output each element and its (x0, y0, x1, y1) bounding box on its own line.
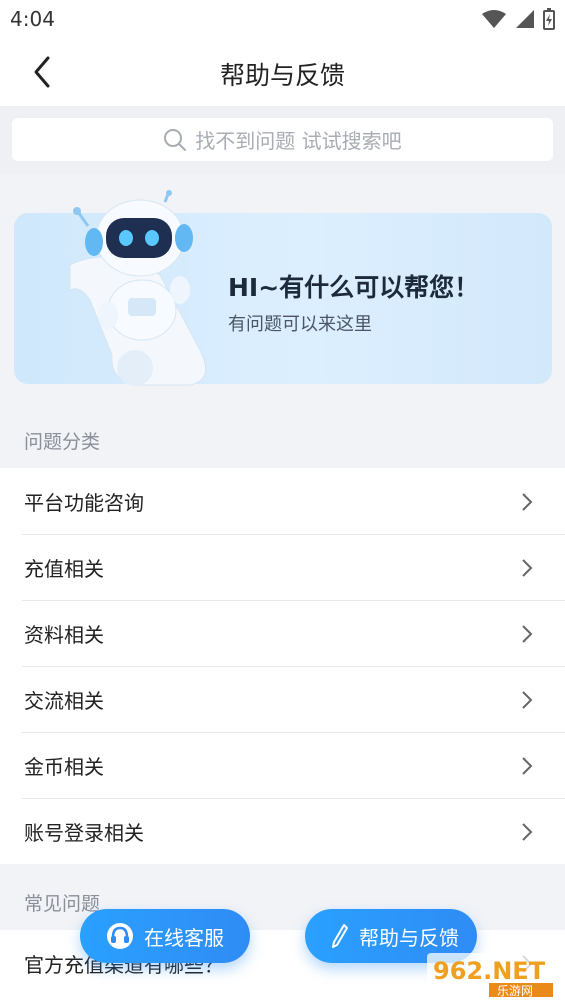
chevron-right-icon (522, 691, 533, 709)
chevron-right-icon (522, 493, 533, 511)
search-icon (164, 128, 187, 151)
watermark-brand: 962.NET (433, 957, 546, 985)
chevron-right-icon (522, 625, 533, 643)
category-item-profile[interactable]: 资料相关 (0, 600, 565, 666)
search-placeholder: 找不到问题 试试搜索吧 (195, 129, 402, 153)
category-item-account-login[interactable]: 账号登录相关 (0, 798, 565, 864)
list-item-label: 交流相关 (24, 688, 104, 713)
chevron-right-icon (522, 559, 533, 577)
robot-mascot-illustration (69, 190, 207, 386)
category-list: 平台功能咨询 充值相关 资料相关 交流相关 金币相关 账号登录相关 (0, 468, 565, 864)
chevron-right-icon (522, 757, 533, 775)
banner-title: HI~有什么可以帮您！ (228, 273, 480, 302)
category-item-platform[interactable]: 平台功能咨询 (0, 468, 565, 534)
watermark-logo: 962.NET 乐游网 (427, 953, 557, 999)
online-service-button[interactable]: 在线客服 (80, 909, 250, 963)
feedback-label: 帮助与反馈 (359, 925, 459, 950)
chevron-right-icon (522, 823, 533, 841)
list-item-label: 账号登录相关 (24, 820, 144, 845)
status-icons (481, 8, 555, 30)
title-bar: 帮助与反馈 (0, 38, 565, 106)
list-item-label: 资料相关 (24, 622, 104, 647)
list-item-label: 充值相关 (24, 556, 104, 581)
watermark-sub: 乐游网 (497, 984, 533, 998)
status-bar: 4:04 (0, 0, 565, 38)
list-item-label: 金币相关 (24, 754, 104, 779)
banner-subtitle: 有问题可以来这里 (228, 314, 372, 335)
signal-icon (516, 10, 534, 28)
category-item-coins[interactable]: 金币相关 (0, 732, 565, 798)
online-service-label: 在线客服 (144, 925, 224, 950)
category-section-label: 问题分类 (24, 431, 101, 453)
category-item-recharge[interactable]: 充值相关 (0, 534, 565, 600)
headset-icon (107, 923, 133, 949)
wifi-icon (482, 10, 506, 28)
page-title: 帮助与反馈 (219, 61, 345, 90)
category-item-communication[interactable]: 交流相关 (0, 666, 565, 732)
pencil-icon (332, 924, 348, 948)
battery-icon (543, 8, 555, 30)
search-input[interactable]: 找不到问题 试试搜索吧 (12, 118, 553, 161)
status-time: 4:04 (10, 7, 55, 31)
list-item-label: 平台功能咨询 (24, 490, 144, 515)
search-area: 找不到问题 试试搜索吧 (0, 106, 565, 174)
faq-section-label: 常见问题 (24, 893, 101, 915)
